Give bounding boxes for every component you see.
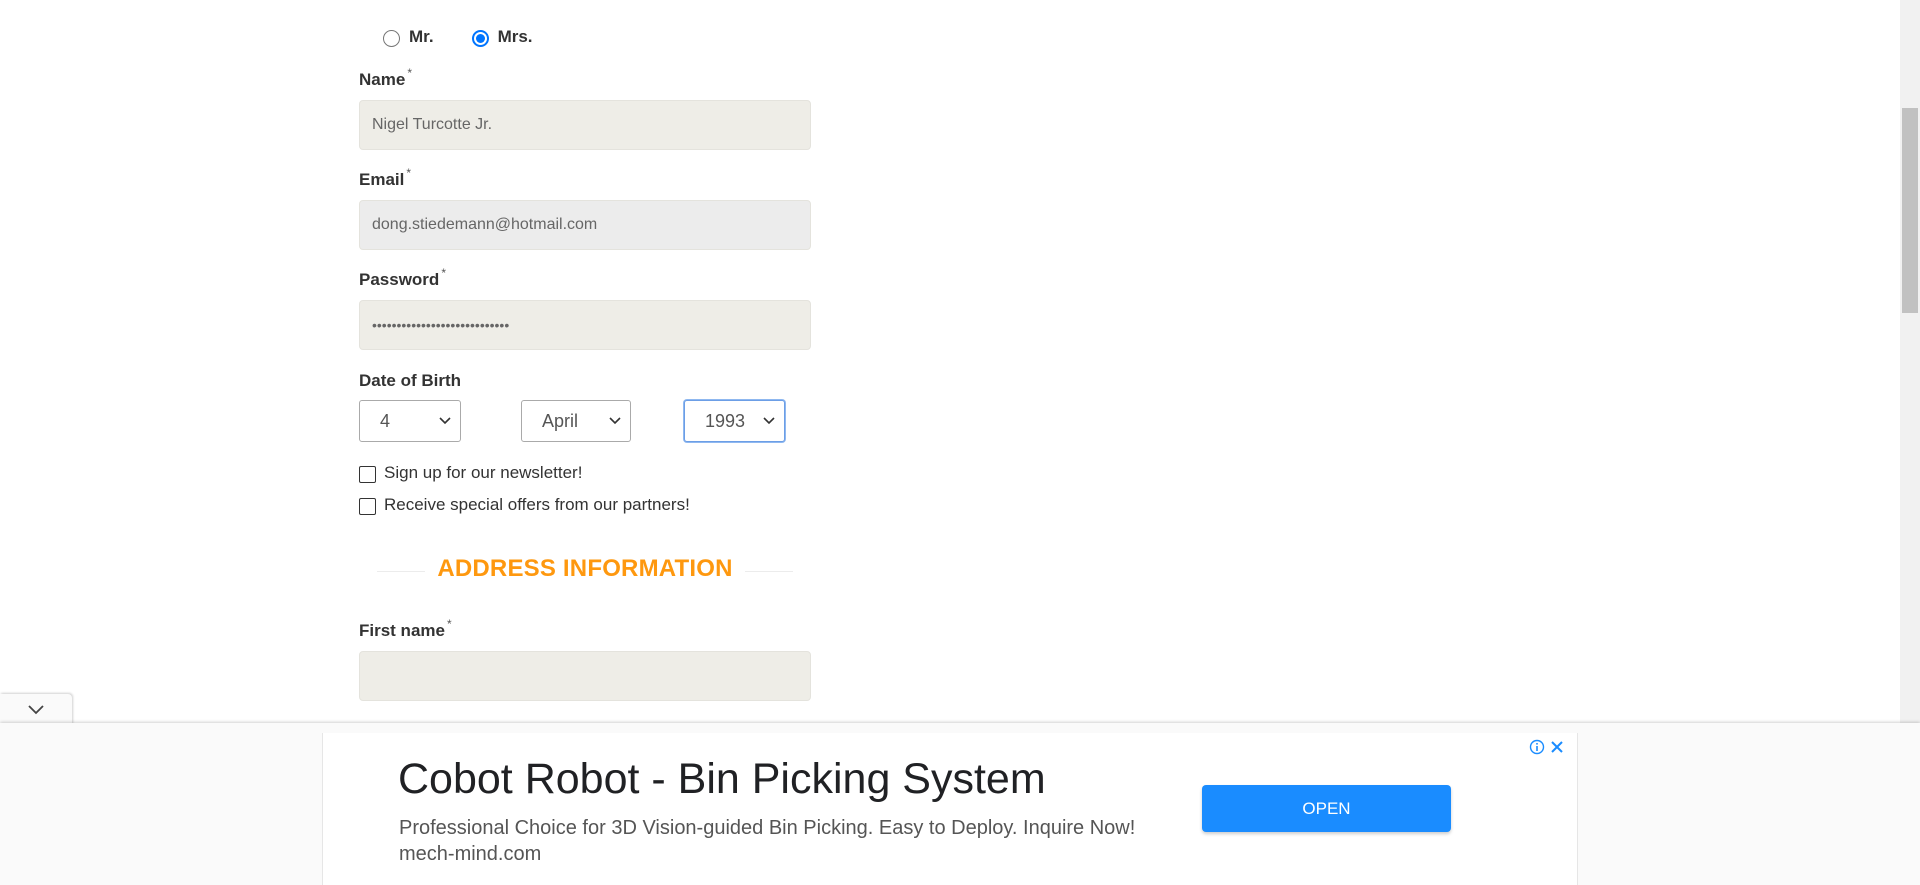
dob-label: Date of Birth <box>359 371 461 390</box>
close-icon[interactable] <box>1549 739 1565 755</box>
info-icon[interactable] <box>1529 739 1545 755</box>
ad-collapse-tab[interactable] <box>0 694 72 725</box>
chevron-down-icon <box>609 417 621 425</box>
radio-mrs[interactable] <box>471 30 489 47</box>
chevron-down-icon <box>28 704 44 714</box>
page: Mr. Mrs. Name * Nigel Turcotte Jr. Email *… <box>0 0 1920 885</box>
name-label-text: Name <box>359 70 406 89</box>
dob-year-value: 1993 <box>705 410 746 431</box>
first-name-input[interactable] <box>359 651 811 701</box>
password-input[interactable]: •••••••••••••••••••••••••••• <box>359 300 811 350</box>
chevron-down-icon <box>439 417 451 425</box>
password-label: Password * <box>359 266 446 290</box>
email-input[interactable]: dong.stiedemann@hotmail.com <box>359 200 811 250</box>
first-name-label-text: First name <box>359 621 445 640</box>
dob-month-value: April <box>542 410 579 431</box>
title-radio-group: Mr. Mrs. <box>383 26 571 47</box>
address-section-heading: ADDRESS INFORMATION <box>359 550 811 588</box>
ad-title[interactable]: Cobot Robot - Bin Picking System <box>398 755 1046 804</box>
dob-day-select[interactable]: 4 <box>359 400 461 442</box>
name-label: Name * <box>359 66 412 90</box>
ad-content[interactable]: Cobot Robot - Bin Picking System Profess… <box>322 733 1578 885</box>
offers-option[interactable]: Receive special offers from our partners… <box>359 495 690 515</box>
newsletter-option[interactable]: Sign up for our newsletter! <box>359 463 582 483</box>
address-heading-text: ADDRESS INFORMATION <box>425 555 745 583</box>
required-mark: * <box>407 66 412 80</box>
newsletter-checkbox[interactable] <box>359 465 376 483</box>
name-input[interactable]: Nigel Turcotte Jr. <box>359 100 811 150</box>
required-mark: * <box>441 266 446 280</box>
title-option-mr[interactable]: Mr. <box>383 26 434 47</box>
first-name-label: First name * <box>359 617 452 641</box>
password-label-text: Password <box>359 270 440 289</box>
signup-form: Mr. Mrs. Name * Nigel Turcotte Jr. Email *… <box>359 0 811 725</box>
email-label: Email * <box>359 166 411 190</box>
dob-month-select[interactable]: April <box>521 400 631 442</box>
required-mark: * <box>406 166 412 180</box>
ad-banner: Cobot Robot - Bin Picking System Profess… <box>0 723 1920 885</box>
chevron-down-icon <box>763 417 775 425</box>
dob-day-value: 4 <box>380 410 391 431</box>
scrollbar-thumb[interactable] <box>1902 108 1918 313</box>
title-option-mrs[interactable]: Mrs. <box>471 26 533 47</box>
radio-mrs-label: Mrs. <box>497 26 533 46</box>
ad-open-button[interactable]: OPEN <box>1202 785 1451 832</box>
ad-description: Professional Choice for 3D Vision-guided… <box>399 817 1136 865</box>
offers-checkbox[interactable] <box>359 497 376 515</box>
radio-mr-label: Mr. <box>409 26 434 46</box>
email-label-text: Email <box>359 170 405 189</box>
page-scrollbar[interactable] <box>1900 0 1920 725</box>
radio-mr[interactable] <box>383 30 400 47</box>
newsletter-label: Sign up for our newsletter! <box>384 463 583 482</box>
offers-label: Receive special offers from our partners… <box>384 495 690 514</box>
dob-year-select[interactable]: 1993 <box>684 400 785 442</box>
required-mark: * <box>446 617 452 631</box>
